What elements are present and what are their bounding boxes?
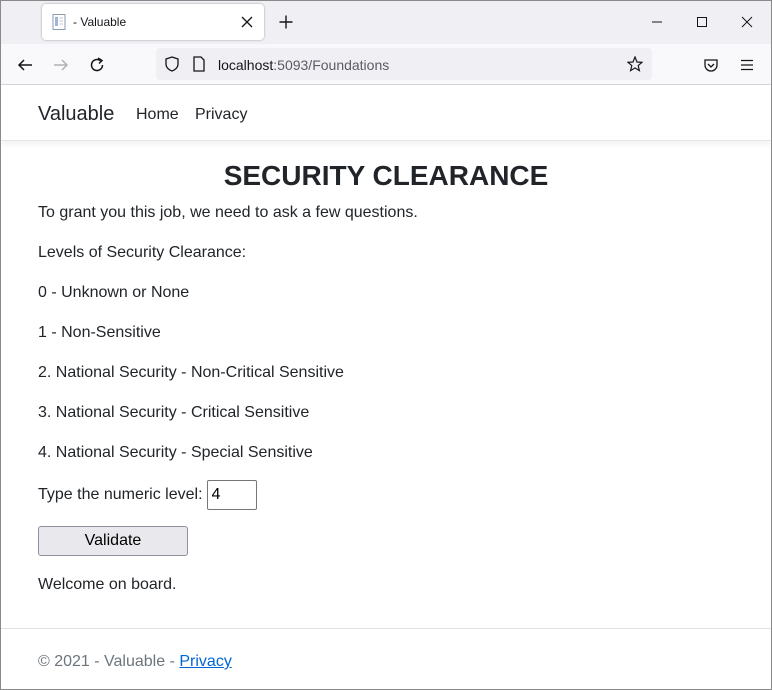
level-item: 4. National Security - Special Sensitive [38,444,313,461]
maximize-icon[interactable] [690,10,714,34]
navigation-toolbar: localhost:5093/Foundations [0,44,772,85]
url-path: :5093/Foundations [273,57,390,73]
star-icon[interactable] [627,56,643,72]
intro-text: To grant you this job, we need to ask a … [38,204,418,221]
level-item: 2. National Security - Non-Critical Sens… [38,364,344,381]
level-input[interactable] [206,480,257,510]
level-item: 3. National Security - Critical Sensitiv… [38,404,310,421]
tab-strip: - Valuable [0,0,772,44]
window-close-icon[interactable] [735,10,759,34]
url-bar[interactable]: localhost:5093/Foundations [156,48,652,80]
close-icon[interactable] [238,13,256,31]
back-arrow-icon[interactable] [14,54,36,76]
page-icon [52,14,66,30]
forward-arrow-icon[interactable] [50,54,72,76]
tab-title: - Valuable [73,15,127,29]
pocket-icon[interactable] [700,54,722,76]
level-input-row: Type the numeric level: [38,480,257,510]
footer-text: © 2021 - Valuable - Privacy [38,653,232,671]
shield-icon[interactable] [164,56,180,72]
validate-button[interactable]: Validate [38,526,188,556]
level-item: 0 - Unknown or None [38,284,190,301]
plus-icon[interactable] [276,12,296,32]
page-title: SECURITY CLEARANCE [223,160,549,191]
footer-privacy-link[interactable]: Privacy [179,653,231,670]
levels-heading: Levels of Security Clearance: [38,244,247,261]
url-host: localhost [218,57,274,73]
reload-icon[interactable] [86,54,108,76]
site-navbar: Valuable Home Privacy [1,85,771,141]
nav-link-privacy[interactable]: Privacy [195,106,247,124]
copyright-text: © 2021 - Valuable - [38,653,180,670]
level-input-label: Type the numeric level: [38,486,203,503]
hamburger-icon[interactable] [736,54,758,76]
brand-link[interactable]: Valuable [38,103,114,126]
footer: © 2021 - Valuable - Privacy [1,628,771,689]
minimize-icon[interactable] [645,10,669,34]
browser-tab[interactable]: - Valuable [42,4,264,40]
page-icon[interactable] [191,56,207,72]
level-item: 1 - Non-Sensitive [38,324,161,341]
result-message: Welcome on board. [38,576,177,593]
url-text: localhost:5093/Foundations [218,57,389,73]
nav-link-home[interactable]: Home [136,106,179,124]
